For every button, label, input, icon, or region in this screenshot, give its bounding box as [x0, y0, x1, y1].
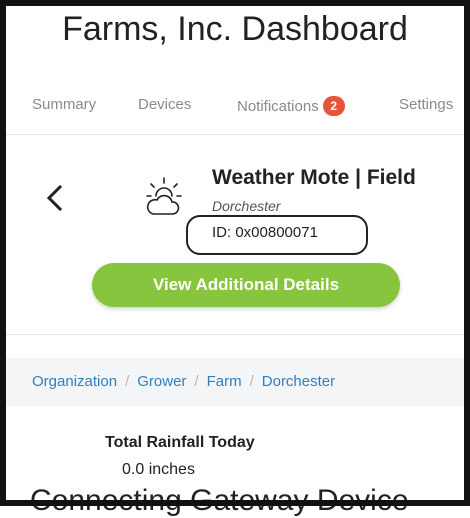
- nav-tab-summary[interactable]: Summary: [32, 96, 96, 113]
- breadcrumb-bar: Organization / Grower / Farm / Dorchester: [6, 358, 464, 406]
- nav-tab-settings[interactable]: Settings: [399, 96, 453, 113]
- nav-divider: [6, 134, 466, 135]
- breadcrumb-dorchester[interactable]: Dorchester: [262, 373, 335, 390]
- breadcrumb-grower[interactable]: Grower: [137, 373, 186, 390]
- view-additional-details-button[interactable]: View Additional Details: [92, 263, 400, 307]
- section-divider: [6, 334, 466, 335]
- total-rainfall-value: 0.0 inches: [122, 461, 195, 478]
- device-id: ID: 0x00800071: [212, 224, 318, 241]
- nav-tab-notifications[interactable]: Notifications 2: [237, 96, 345, 116]
- nav-tab-notifications-label: Notifications: [237, 98, 319, 115]
- app-title: Farms, Inc. Dashboard: [62, 10, 408, 48]
- breadcrumb-separator: /: [194, 373, 199, 390]
- breadcrumb-separator: /: [125, 373, 130, 390]
- total-rainfall-label: Total Rainfall Today: [105, 434, 255, 451]
- breadcrumb-organization[interactable]: Organization: [32, 373, 117, 390]
- connecting-gateway-heading: Connecting Gateway Device: [30, 484, 409, 517]
- nav-tab-devices[interactable]: Devices: [138, 96, 191, 113]
- device-location: Dorchester: [212, 198, 281, 214]
- back-chevron-icon[interactable]: [44, 184, 66, 212]
- screenshot-frame-right: [464, 0, 470, 506]
- breadcrumb-separator: /: [249, 373, 254, 390]
- device-name: Weather Mote | Field: [212, 166, 416, 189]
- notifications-count-badge: 2: [322, 96, 345, 116]
- breadcrumb-farm[interactable]: Farm: [207, 373, 242, 390]
- breadcrumb: Organization / Grower / Farm / Dorchester: [32, 373, 335, 390]
- weather-partly-cloudy-icon: [146, 177, 182, 215]
